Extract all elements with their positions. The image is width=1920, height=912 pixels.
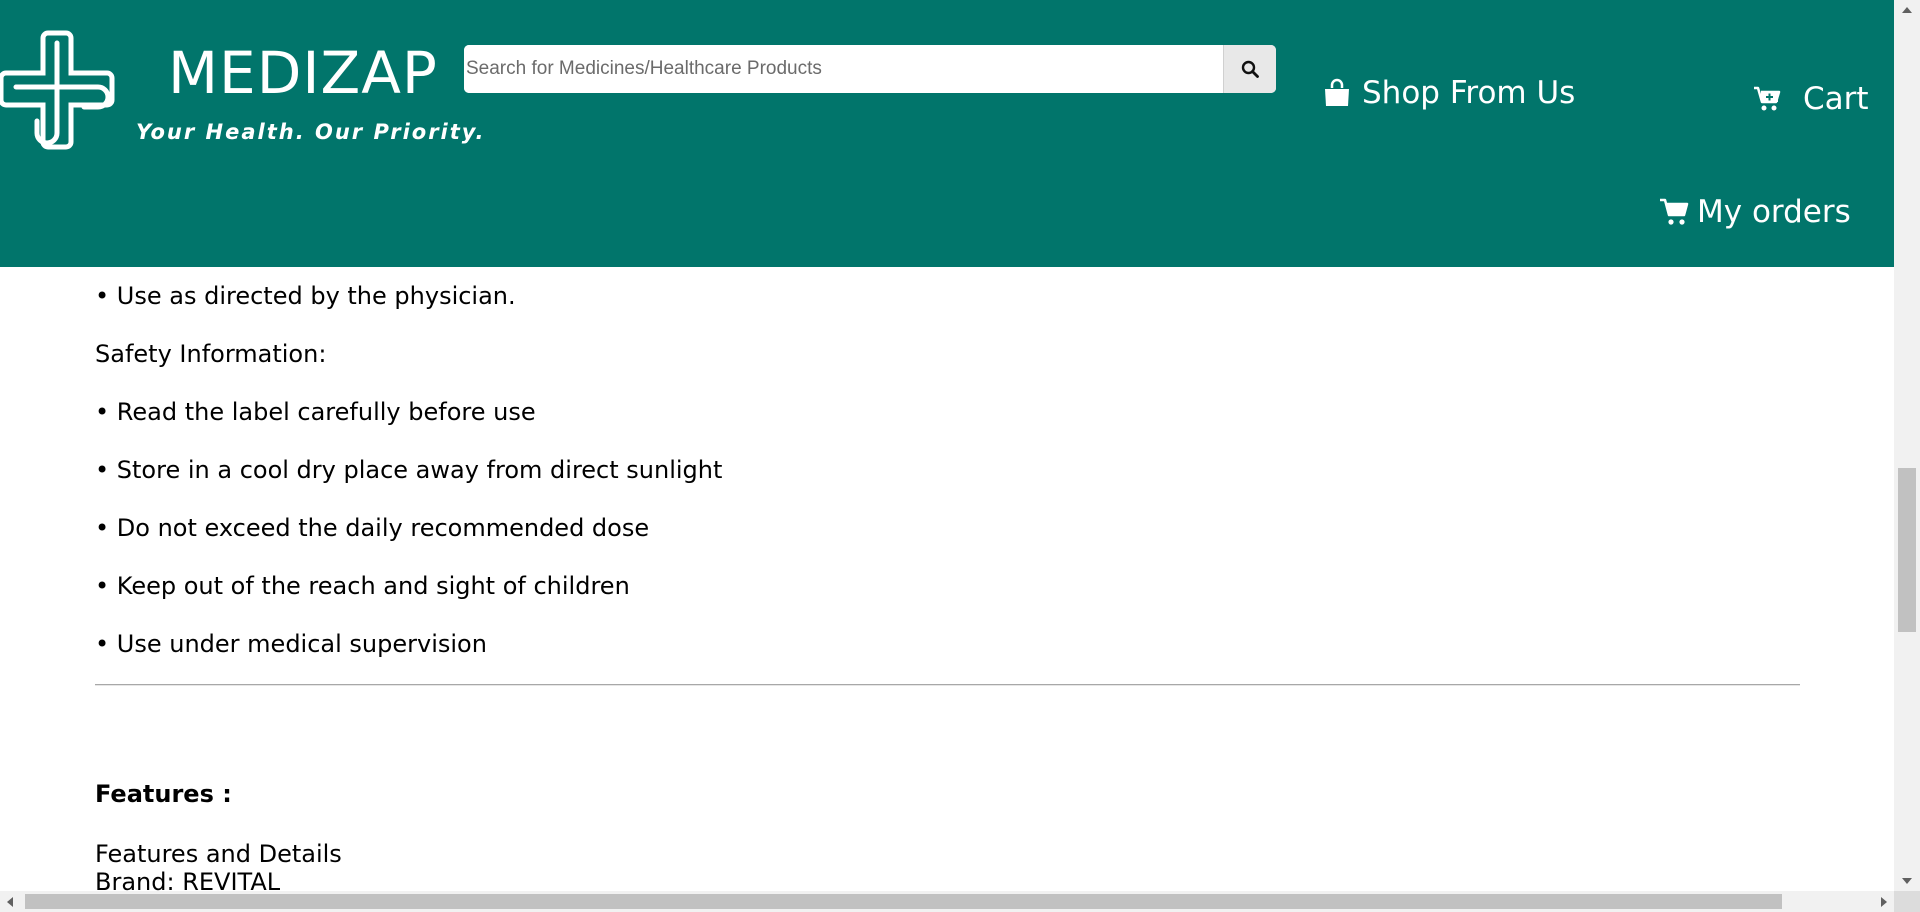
scrollbar-corner bbox=[1894, 891, 1920, 912]
horizontal-scroll-thumb[interactable] bbox=[25, 894, 1782, 909]
features-subtitle: Features and Details bbox=[95, 840, 342, 868]
horizontal-scrollbar[interactable] bbox=[0, 891, 1894, 912]
cart-label: Cart bbox=[1803, 81, 1869, 117]
features-heading: Features : bbox=[95, 780, 232, 808]
my-orders-link[interactable]: My orders bbox=[1659, 194, 1851, 230]
product-description: • Use as directed by the physician. Safe… bbox=[95, 267, 1800, 673]
search-icon bbox=[1241, 60, 1259, 78]
brand-tagline: Your Health. Our Priority. bbox=[136, 120, 486, 144]
scroll-right-arrow-icon[interactable] bbox=[1874, 891, 1894, 912]
vertical-scroll-thumb[interactable] bbox=[1898, 468, 1916, 632]
section-divider bbox=[95, 684, 1800, 686]
shop-from-us-link[interactable]: Shop From Us bbox=[1322, 75, 1575, 111]
safety-item: • Keep out of the reach and sight of chi… bbox=[95, 572, 630, 600]
safety-item: • Do not exceed the daily recommended do… bbox=[95, 514, 650, 542]
cart-plus-icon bbox=[1754, 86, 1781, 111]
search-bar bbox=[464, 45, 1276, 93]
scroll-left-arrow-icon[interactable] bbox=[0, 891, 20, 912]
medical-cross-logo-icon[interactable] bbox=[0, 29, 116, 151]
shopping-bag-icon bbox=[1325, 78, 1349, 106]
shopping-cart-icon bbox=[1660, 198, 1689, 225]
scroll-up-arrow-icon[interactable] bbox=[1894, 0, 1920, 20]
brand-name[interactable]: MEDIZAP bbox=[168, 38, 438, 108]
vertical-scrollbar[interactable] bbox=[1894, 0, 1920, 891]
safety-item: • Read the label carefully before use bbox=[95, 398, 536, 426]
directions-item: • Use as directed by the physician. bbox=[95, 282, 516, 310]
shop-from-us-label: Shop From Us bbox=[1362, 75, 1576, 111]
search-input[interactable] bbox=[464, 45, 1222, 93]
site-header: MEDIZAP Your Health. Our Priority. Shop … bbox=[0, 0, 1894, 267]
safety-item: • Store in a cool dry place away from di… bbox=[95, 456, 723, 484]
safety-heading: Safety Information: bbox=[95, 340, 327, 368]
safety-item: • Use under medical supervision bbox=[95, 630, 487, 658]
my-orders-label: My orders bbox=[1697, 194, 1851, 230]
cart-link[interactable]: Cart bbox=[1753, 81, 1869, 117]
search-button[interactable] bbox=[1223, 45, 1276, 93]
scroll-down-arrow-icon[interactable] bbox=[1894, 871, 1920, 891]
